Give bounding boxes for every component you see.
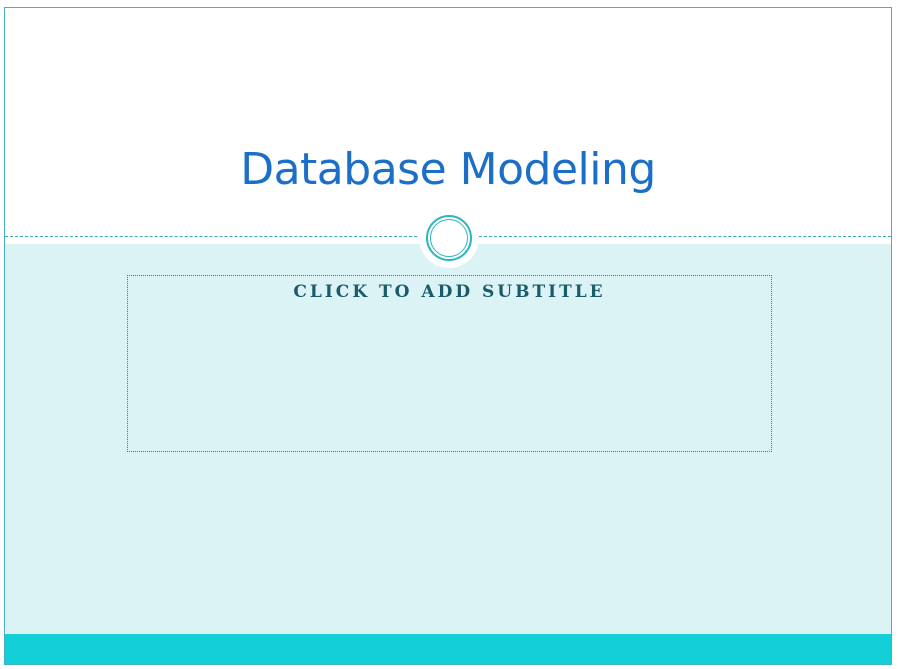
double-circle-icon	[419, 208, 479, 268]
subtitle-placeholder-box[interactable]: CLICK TO ADD SUBTITLE	[127, 275, 772, 452]
slide-canvas: Database Modeling CLICK TO ADD SUBTITLE	[4, 7, 892, 665]
inner-ring	[430, 219, 468, 257]
subtitle-placeholder-text[interactable]: CLICK TO ADD SUBTITLE	[128, 282, 771, 302]
slide-title[interactable]: Database Modeling	[5, 142, 891, 198]
footer-accent-bar	[5, 634, 891, 664]
